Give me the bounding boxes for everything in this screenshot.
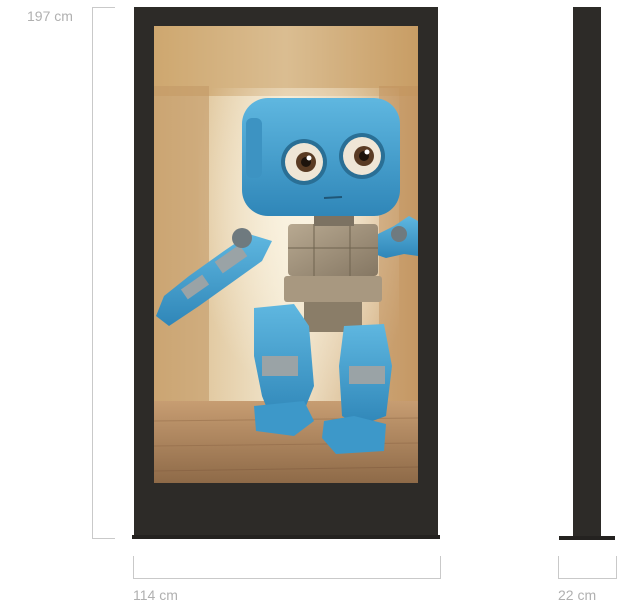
depth-dimension-bracket (558, 556, 617, 579)
width-dimension-label: 114 cm (133, 587, 178, 603)
robot-left-leg (254, 304, 314, 436)
depth-dimension-label: 22 cm (558, 587, 597, 603)
robot-illustration (154, 26, 418, 483)
height-dimension-bracket (92, 7, 115, 539)
kiosk-base (132, 535, 440, 539)
robot-head (242, 98, 400, 216)
kiosk-side-view (573, 7, 601, 537)
height-dimension-label: 197 cm (27, 8, 73, 24)
width-dimension-bracket (133, 556, 441, 579)
kiosk-screen (154, 26, 418, 483)
kiosk-side-foot (559, 536, 615, 540)
